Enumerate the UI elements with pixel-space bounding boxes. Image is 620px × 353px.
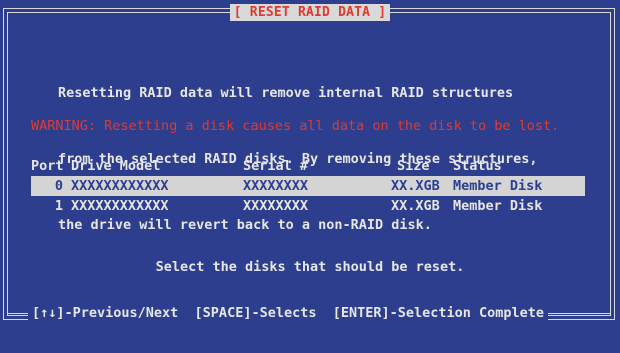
selection-prompt: Select the disks that should be reset. [155,259,465,275]
header-status: Status [453,158,502,174]
table-header: Port Drive Model Serial # Size Status [31,156,585,176]
row-model: XXXXXXXXXXXX [71,178,169,194]
info-line: Resetting RAID data will remove internal… [58,85,514,101]
row-size: XX.XGB [391,178,440,194]
row-serial: XXXXXXXX [243,198,309,214]
row-port: 1 [54,198,63,214]
row-size: XX.XGB [391,198,440,214]
footer-hints: [↑↓]-Previous/Next [SPACE]-Selects [ENTE… [28,305,549,321]
table-row[interactable]: 1 XXXXXXXXXXXX XXXXXXXX XX.XGB Member Di… [31,196,585,216]
dialog-title: [ RESET RAID DATA ] [229,4,391,21]
header-serial: Serial # [243,158,309,174]
row-serial: XXXXXXXX [243,178,309,194]
info-text: Resetting RAID data will remove internal… [58,38,538,258]
row-port: 0 [54,178,63,194]
warning-text: WARNING: Resetting a disk causes all dat… [31,118,560,134]
header-size: Size [397,158,430,174]
disk-table: Port Drive Model Serial # Size Status 0 … [31,156,585,216]
header-port: Port [31,158,64,174]
footer-bar: [↑↓]-Previous/Next [SPACE]-Selects [ENTE… [0,305,620,323]
table-row[interactable]: 0 XXXXXXXXXXXX XXXXXXXX XX.XGB Member Di… [31,176,585,196]
info-line: the drive will revert back to a non-RAID… [58,217,432,233]
title-bar: [ RESET RAID DATA ] [0,4,620,21]
row-model: XXXXXXXXXXXX [71,198,169,214]
row-status: Member Disk [453,178,543,194]
row-status: Member Disk [453,198,543,214]
header-model: Drive Model [71,158,161,174]
